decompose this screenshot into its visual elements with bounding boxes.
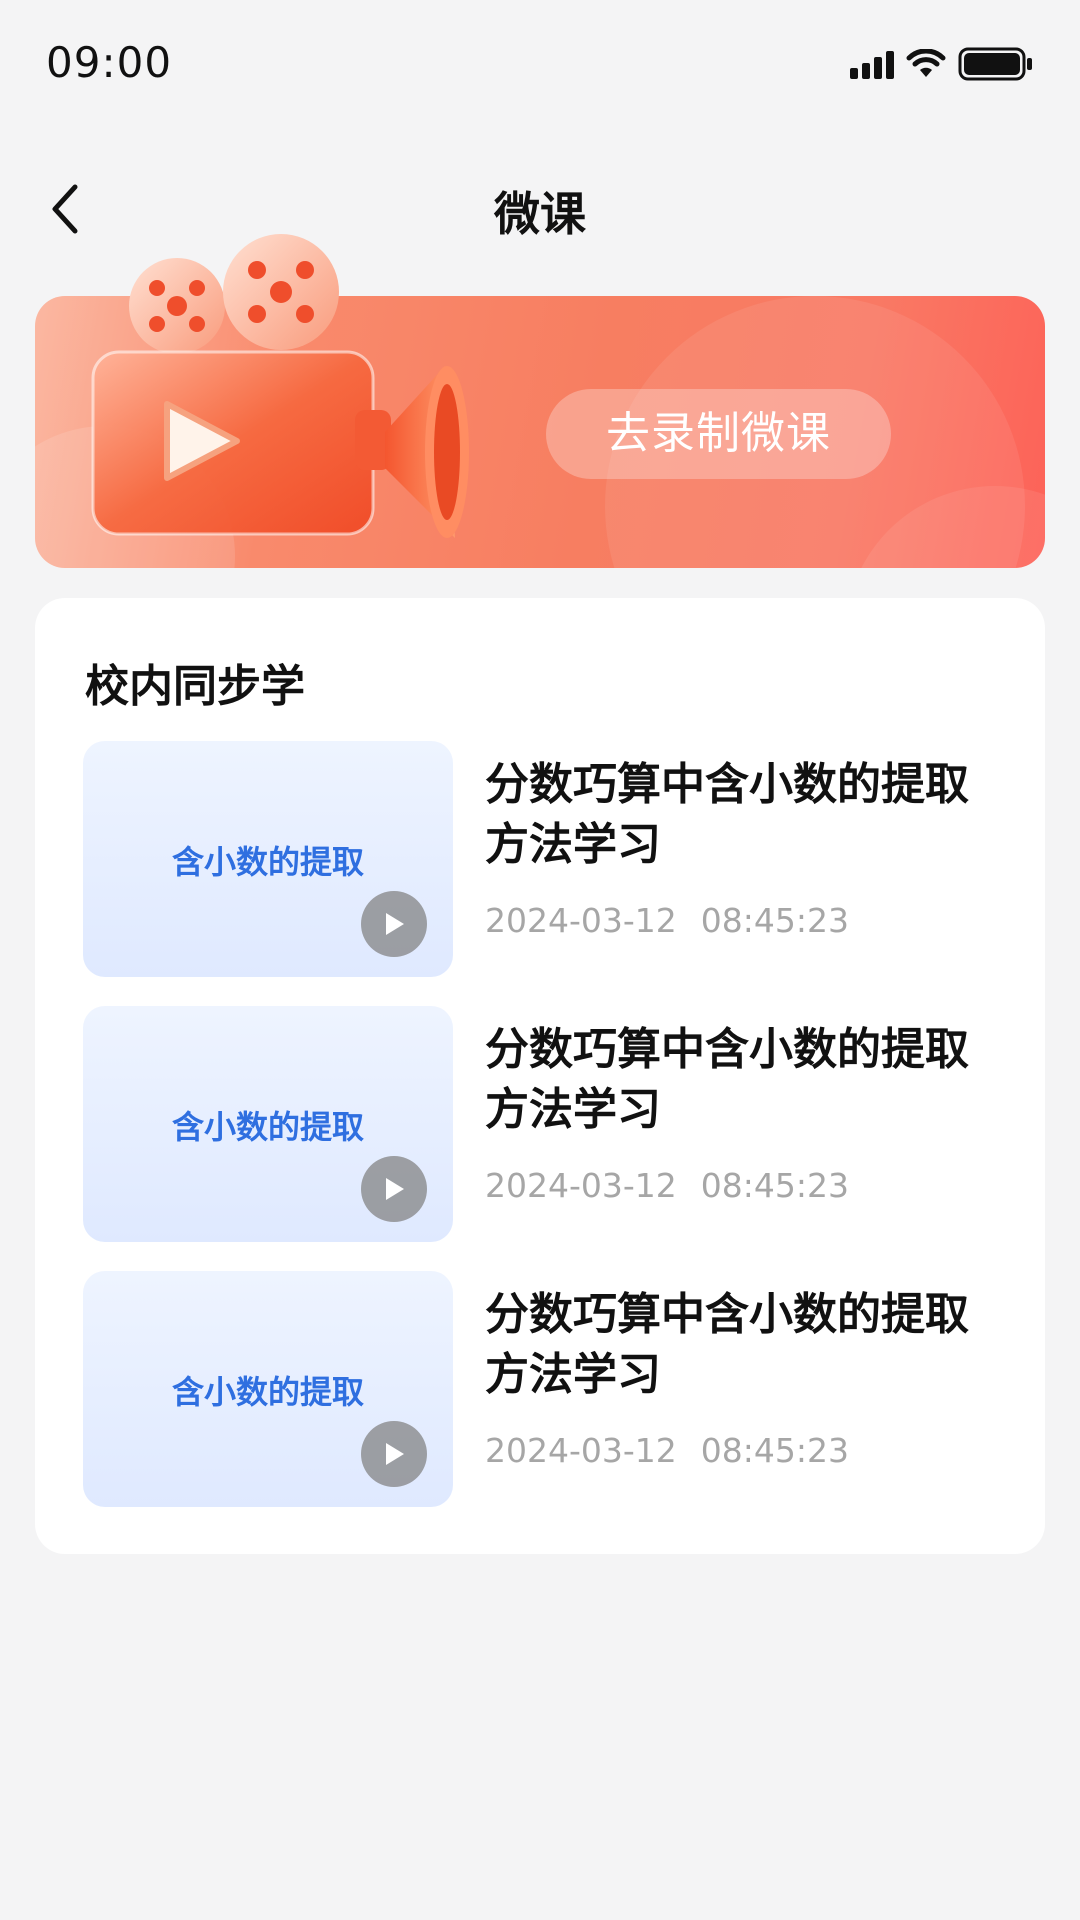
lesson-thumbnail[interactable]: 含小数的提取 xyxy=(83,1271,453,1507)
lesson-thumbnail[interactable]: 含小数的提取 xyxy=(83,741,453,977)
lesson-time: 08:45:23 xyxy=(700,901,849,940)
play-icon[interactable] xyxy=(361,1421,427,1487)
lesson-timestamp: 2024-03-12 08:45:23 xyxy=(485,1166,849,1205)
screen: 09:00 微课 去录制微课 校内同步学 含小数的提取 分数巧算中含小数的提取方… xyxy=(0,0,1080,1920)
lesson-date: 2024-03-12 xyxy=(485,1431,677,1470)
wifi-icon xyxy=(906,49,946,79)
status-bar: 09:00 xyxy=(0,0,1080,126)
lesson-title: 分数巧算中含小数的提取方法学习 xyxy=(485,759,969,870)
record-microlesson-button[interactable]: 去录制微课 xyxy=(546,389,891,479)
status-icons xyxy=(850,44,1034,84)
thumbnail-label: 含小数的提取 xyxy=(171,1108,364,1146)
lesson-date: 2024-03-12 xyxy=(485,901,677,940)
lesson-title: 分数巧算中含小数的提取方法学习 xyxy=(485,1024,969,1135)
lesson-list-card: 校内同步学 含小数的提取 分数巧算中含小数的提取方法学习 2024-03-12 0… xyxy=(35,598,1045,1554)
play-icon[interactable] xyxy=(361,1156,427,1222)
lesson-item[interactable]: 含小数的提取 分数巧算中含小数的提取方法学习 2024-03-12 08:45:2… xyxy=(83,741,1003,977)
battery-icon xyxy=(958,47,1034,81)
lesson-timestamp: 2024-03-12 08:45:23 xyxy=(485,1431,849,1470)
lesson-title: 分数巧算中含小数的提取方法学习 xyxy=(485,1289,969,1400)
lesson-item[interactable]: 含小数的提取 分数巧算中含小数的提取方法学习 2024-03-12 08:45:2… xyxy=(83,1271,1003,1507)
signal-icon xyxy=(850,49,894,79)
thumbnail-label: 含小数的提取 xyxy=(171,843,364,881)
thumbnail-label: 含小数的提取 xyxy=(171,1373,364,1411)
lesson-timestamp: 2024-03-12 08:45:23 xyxy=(485,901,849,940)
lesson-thumbnail[interactable]: 含小数的提取 xyxy=(83,1006,453,1242)
lesson-item[interactable]: 含小数的提取 分数巧算中含小数的提取方法学习 2024-03-12 08:45:2… xyxy=(83,1006,1003,1242)
lesson-time: 08:45:23 xyxy=(700,1431,849,1470)
play-icon[interactable] xyxy=(361,891,427,957)
section-title: 校内同步学 xyxy=(85,661,305,712)
lesson-time: 08:45:23 xyxy=(700,1166,849,1205)
status-time: 09:00 xyxy=(46,38,173,87)
camera-illustration xyxy=(85,232,485,552)
lesson-date: 2024-03-12 xyxy=(485,1166,677,1205)
